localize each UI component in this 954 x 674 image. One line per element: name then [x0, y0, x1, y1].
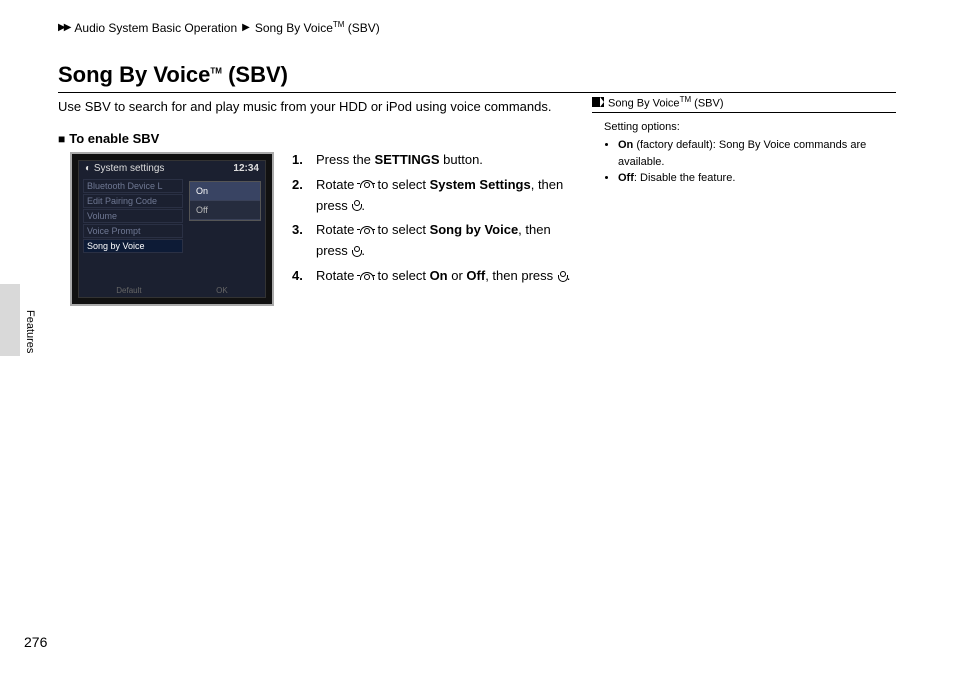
breadcrumb-seg1: Audio System Basic Operation [74, 21, 237, 35]
screenshot-popup: On Off [189, 181, 261, 221]
screenshot-title: ◐ System settings [85, 163, 164, 174]
push-button-icon [351, 200, 361, 212]
breadcrumb-separator-icon: ▶ [242, 22, 250, 33]
info-sidebar: Song By VoiceTM (SBV) Setting options: O… [592, 95, 896, 187]
screenshot-row-active: Song by Voice [83, 239, 183, 253]
rotate-dial-icon [358, 180, 374, 190]
info-sidebar-header: Song By VoiceTM (SBV) [592, 95, 896, 113]
step-1: 1. Press the SETTINGS button. [292, 150, 582, 171]
screenshot-row: Voice Prompt [83, 224, 183, 238]
screenshot-row: Edit Pairing Code [83, 194, 183, 208]
screenshot-menu: Bluetooth Device L Edit Pairing Code Vol… [83, 179, 183, 254]
screenshot-row: Bluetooth Device L [83, 179, 183, 193]
screenshot-option-on: On [190, 182, 260, 201]
screenshot-clock: 12:34 [233, 163, 259, 174]
step-3: 3. Rotate to select Song by Voice, then … [292, 220, 582, 262]
title-rule [58, 92, 896, 93]
info-item: On (factory default): Song By Voice comm… [618, 137, 896, 170]
push-button-icon [351, 246, 361, 258]
section-tab [0, 284, 20, 356]
rotate-dial-icon [358, 226, 374, 236]
info-item: Off: Disable the feature. [618, 170, 896, 187]
screenshot-footer-default: Default [116, 286, 141, 295]
intro-text: Use SBV to search for and play music fro… [58, 98, 578, 116]
info-arrow-icon [592, 97, 604, 107]
device-screenshot: ◐ System settings 12:34 Bluetooth Device… [70, 152, 274, 306]
rotate-dial-icon [358, 272, 374, 282]
breadcrumb-arrows-icon: ▶▶ [58, 22, 69, 33]
section-tab-label: Features [24, 310, 36, 353]
step-2: 2. Rotate to select System Settings, the… [292, 175, 582, 217]
info-sidebar-body: Setting options: On (factory default): S… [592, 113, 896, 187]
steps-list: 1. Press the SETTINGS button. 2. Rotate … [292, 150, 582, 291]
screenshot-footer-ok: OK [216, 286, 228, 295]
page-title: Song By VoiceTM (SBV) [58, 62, 288, 88]
step-4: 4. Rotate to select On or Off, then pres… [292, 266, 582, 287]
push-button-icon [557, 271, 567, 283]
screenshot-option-off: Off [190, 201, 260, 220]
subheading: ■To enable SBV [58, 131, 159, 146]
page-number: 276 [24, 634, 47, 650]
square-bullet-icon: ■ [58, 132, 65, 146]
breadcrumb: ▶▶ Audio System Basic Operation ▶ Song B… [58, 20, 380, 35]
breadcrumb-seg2: Song By VoiceTM (SBV) [255, 20, 380, 35]
screenshot-row: Volume [83, 209, 183, 223]
